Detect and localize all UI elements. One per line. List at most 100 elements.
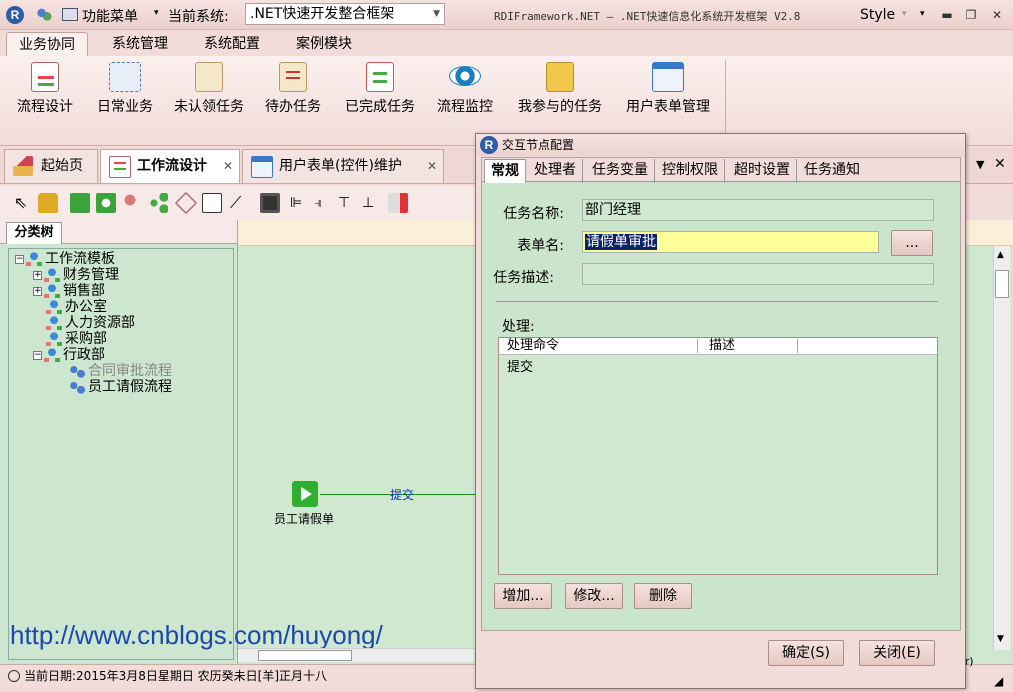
tree-node-contract-approval[interactable]: 合同审批流程 — [69, 363, 172, 379]
tab-task-notification[interactable]: 任务通知 — [798, 159, 866, 183]
canvas-vertical-scrollbar[interactable]: ▲ ▼ — [993, 246, 1010, 650]
users-icon[interactable] — [36, 8, 52, 22]
scroll-down-icon[interactable]: ▼ — [997, 634, 1004, 644]
grid-header-description[interactable]: 描述 — [709, 338, 735, 354]
task-desc-field[interactable] — [582, 263, 934, 285]
browse-form-button[interactable]: ... — [891, 230, 933, 256]
save-icon[interactable] — [260, 193, 280, 213]
org-icon — [44, 348, 60, 362]
tree-node-finance[interactable]: + 财务管理 — [33, 267, 119, 283]
restore-icon[interactable]: ❐ — [962, 7, 980, 23]
home-icon — [13, 156, 33, 176]
close-tab-icon[interactable]: ✕ — [223, 150, 233, 182]
tab-list-dropdown-icon[interactable]: ▼ — [976, 158, 984, 171]
style-menu[interactable]: Style — [860, 7, 895, 23]
hscroll-thumb[interactable] — [258, 650, 352, 661]
close-tab-icon[interactable]: ✕ — [427, 150, 437, 182]
expand-icon[interactable]: + — [33, 270, 42, 280]
task-desc-label: 任务描述: — [493, 270, 554, 286]
canvas-horizontal-scrollbar[interactable] — [238, 648, 474, 662]
tree-node-label: 财务管理 — [63, 267, 119, 283]
align-left-icon[interactable]: ⊫ — [290, 193, 310, 213]
tree-node-label: 办公室 — [65, 299, 107, 315]
menu-window-icon[interactable] — [62, 8, 78, 21]
connector-icon[interactable]: ⟋ — [230, 193, 250, 213]
interaction-node-config-dialog: R 交互节点配置 常规 处理者 任务变量 控制权限 超时设置 任务通知 任务名称… — [475, 133, 966, 689]
tab-control-permissions[interactable]: 控制权限 — [656, 159, 725, 183]
expand-icon[interactable]: + — [33, 286, 42, 296]
ribbon-tab-system-management[interactable]: 系统管理 — [100, 32, 180, 58]
tree-node-purchasing[interactable]: 采购部 — [46, 331, 107, 347]
completed-tasks-button[interactable]: 已完成任务 — [338, 56, 422, 116]
scroll-up-icon[interactable]: ▲ — [997, 250, 1004, 260]
quick-access-dropdown-icon[interactable]: ▾ — [154, 8, 159, 18]
grid-header-command[interactable]: 处理命令 — [507, 338, 559, 354]
clipboard-icon — [195, 62, 223, 92]
tab-handlers[interactable]: 处理者 — [528, 159, 583, 183]
collapse-icon[interactable]: − — [15, 254, 24, 264]
ribbon-tab-collaboration[interactable]: 业务协同 — [6, 32, 88, 58]
flow-monitor-button[interactable]: 流程监控 — [430, 56, 500, 116]
tab-user-form-label: 用户表单(控件)维护 — [279, 158, 402, 174]
daily-business-button[interactable]: 日常业务 — [90, 56, 160, 116]
tree-node-leave-request[interactable]: 员工请假流程 — [69, 379, 172, 395]
branch-node-icon[interactable] — [148, 193, 168, 213]
ribbon-tab-system-config[interactable]: 系统配置 — [192, 32, 272, 58]
ribbon-tab-case-module[interactable]: 案例模块 — [284, 32, 364, 58]
tab-home[interactable]: 起始页 — [4, 149, 98, 183]
align-bottom-icon[interactable]: ⊥ — [362, 193, 382, 213]
category-tree[interactable]: − 工作流模板 + 财务管理 + 销售部 办公室 人力资源部 采购部 − 行政部 合同审… — [8, 248, 234, 660]
collapse-icon[interactable]: − — [33, 350, 42, 360]
start-node-label: 员工请假单 — [274, 512, 335, 526]
chevron-down-icon: ▼ — [433, 9, 440, 19]
current-system-label: 当前系统: — [168, 9, 229, 25]
tab-general[interactable]: 常规 — [484, 159, 526, 183]
tree-node-root[interactable]: − 工作流模板 — [15, 251, 115, 267]
current-system-select[interactable]: .NET快速开发整合框架 ▼ — [245, 3, 445, 25]
tab-category-tree[interactable]: 分类树 — [6, 222, 62, 244]
my-participated-tasks-button[interactable]: 我参与的任务 — [510, 56, 610, 116]
delete-button[interactable]: 删除 — [634, 583, 692, 609]
tab-timeout-settings[interactable]: 超时设置 — [728, 159, 797, 183]
tab-task-variables[interactable]: 任务变量 — [586, 159, 655, 183]
subflow-node-icon[interactable] — [202, 193, 222, 213]
lock-icon[interactable] — [38, 193, 58, 213]
current-date: 当前日期:2015年3月8日星期日 农历癸未日[羊]正月十八 — [24, 669, 328, 683]
options-dropdown-icon[interactable]: ▾ — [920, 9, 925, 19]
align-top-icon[interactable]: ⊤ — [338, 193, 358, 213]
minimize-icon[interactable]: ▬ — [938, 7, 956, 23]
todo-tasks-button[interactable]: 待办任务 — [258, 56, 328, 116]
current-system-value: .NET快速开发整合框架 — [250, 6, 395, 22]
scrollbar-thumb[interactable] — [995, 270, 1009, 298]
user-form-management-button[interactable]: 用户表单管理 — [618, 56, 718, 116]
table-row[interactable]: 提交 — [507, 356, 533, 375]
end-node-icon[interactable] — [96, 193, 116, 213]
user-node-icon[interactable] — [122, 193, 142, 213]
tree-node-hr[interactable]: 人力资源部 — [46, 315, 135, 331]
start-node[interactable] — [292, 481, 318, 507]
flow-design-button[interactable]: 流程设计 — [10, 56, 80, 116]
close-icon[interactable]: ✕ — [988, 7, 1006, 23]
ok-button[interactable]: 确定(S) — [768, 640, 844, 666]
start-node-icon[interactable] — [70, 193, 90, 213]
completed-tasks-label: 已完成任务 — [345, 99, 415, 115]
export-icon[interactable] — [388, 193, 408, 213]
form-name-field[interactable]: 请假单审批 — [582, 231, 879, 253]
unclaimed-tasks-button[interactable]: 未认领任务 — [168, 56, 250, 116]
close-all-tabs-icon[interactable]: ✕ — [994, 156, 1006, 172]
tab-workflow-design[interactable]: 工作流设计 ✕ — [100, 149, 240, 183]
process-commands-grid[interactable]: 处理命令 描述 提交 — [498, 337, 938, 575]
tree-node-admin[interactable]: − 行政部 — [33, 347, 105, 363]
tree-node-sales[interactable]: + 销售部 — [33, 283, 105, 299]
pointer-icon[interactable]: ⇖ — [14, 193, 34, 213]
decision-node-icon[interactable] — [174, 191, 198, 215]
close-button[interactable]: 关闭(E) — [859, 640, 935, 666]
edit-button[interactable]: 修改... — [565, 583, 623, 609]
align-right-icon[interactable]: ⫣ — [314, 193, 334, 213]
add-button[interactable]: 增加... — [494, 583, 552, 609]
task-name-field[interactable]: 部门经理 — [582, 199, 934, 221]
tree-node-office[interactable]: 办公室 — [46, 299, 107, 315]
tab-user-form[interactable]: 用户表单(控件)维护 ✕ — [242, 149, 444, 183]
function-menu[interactable]: 功能菜单 — [82, 6, 138, 26]
style-dropdown-icon[interactable]: ▾ — [902, 9, 907, 19]
